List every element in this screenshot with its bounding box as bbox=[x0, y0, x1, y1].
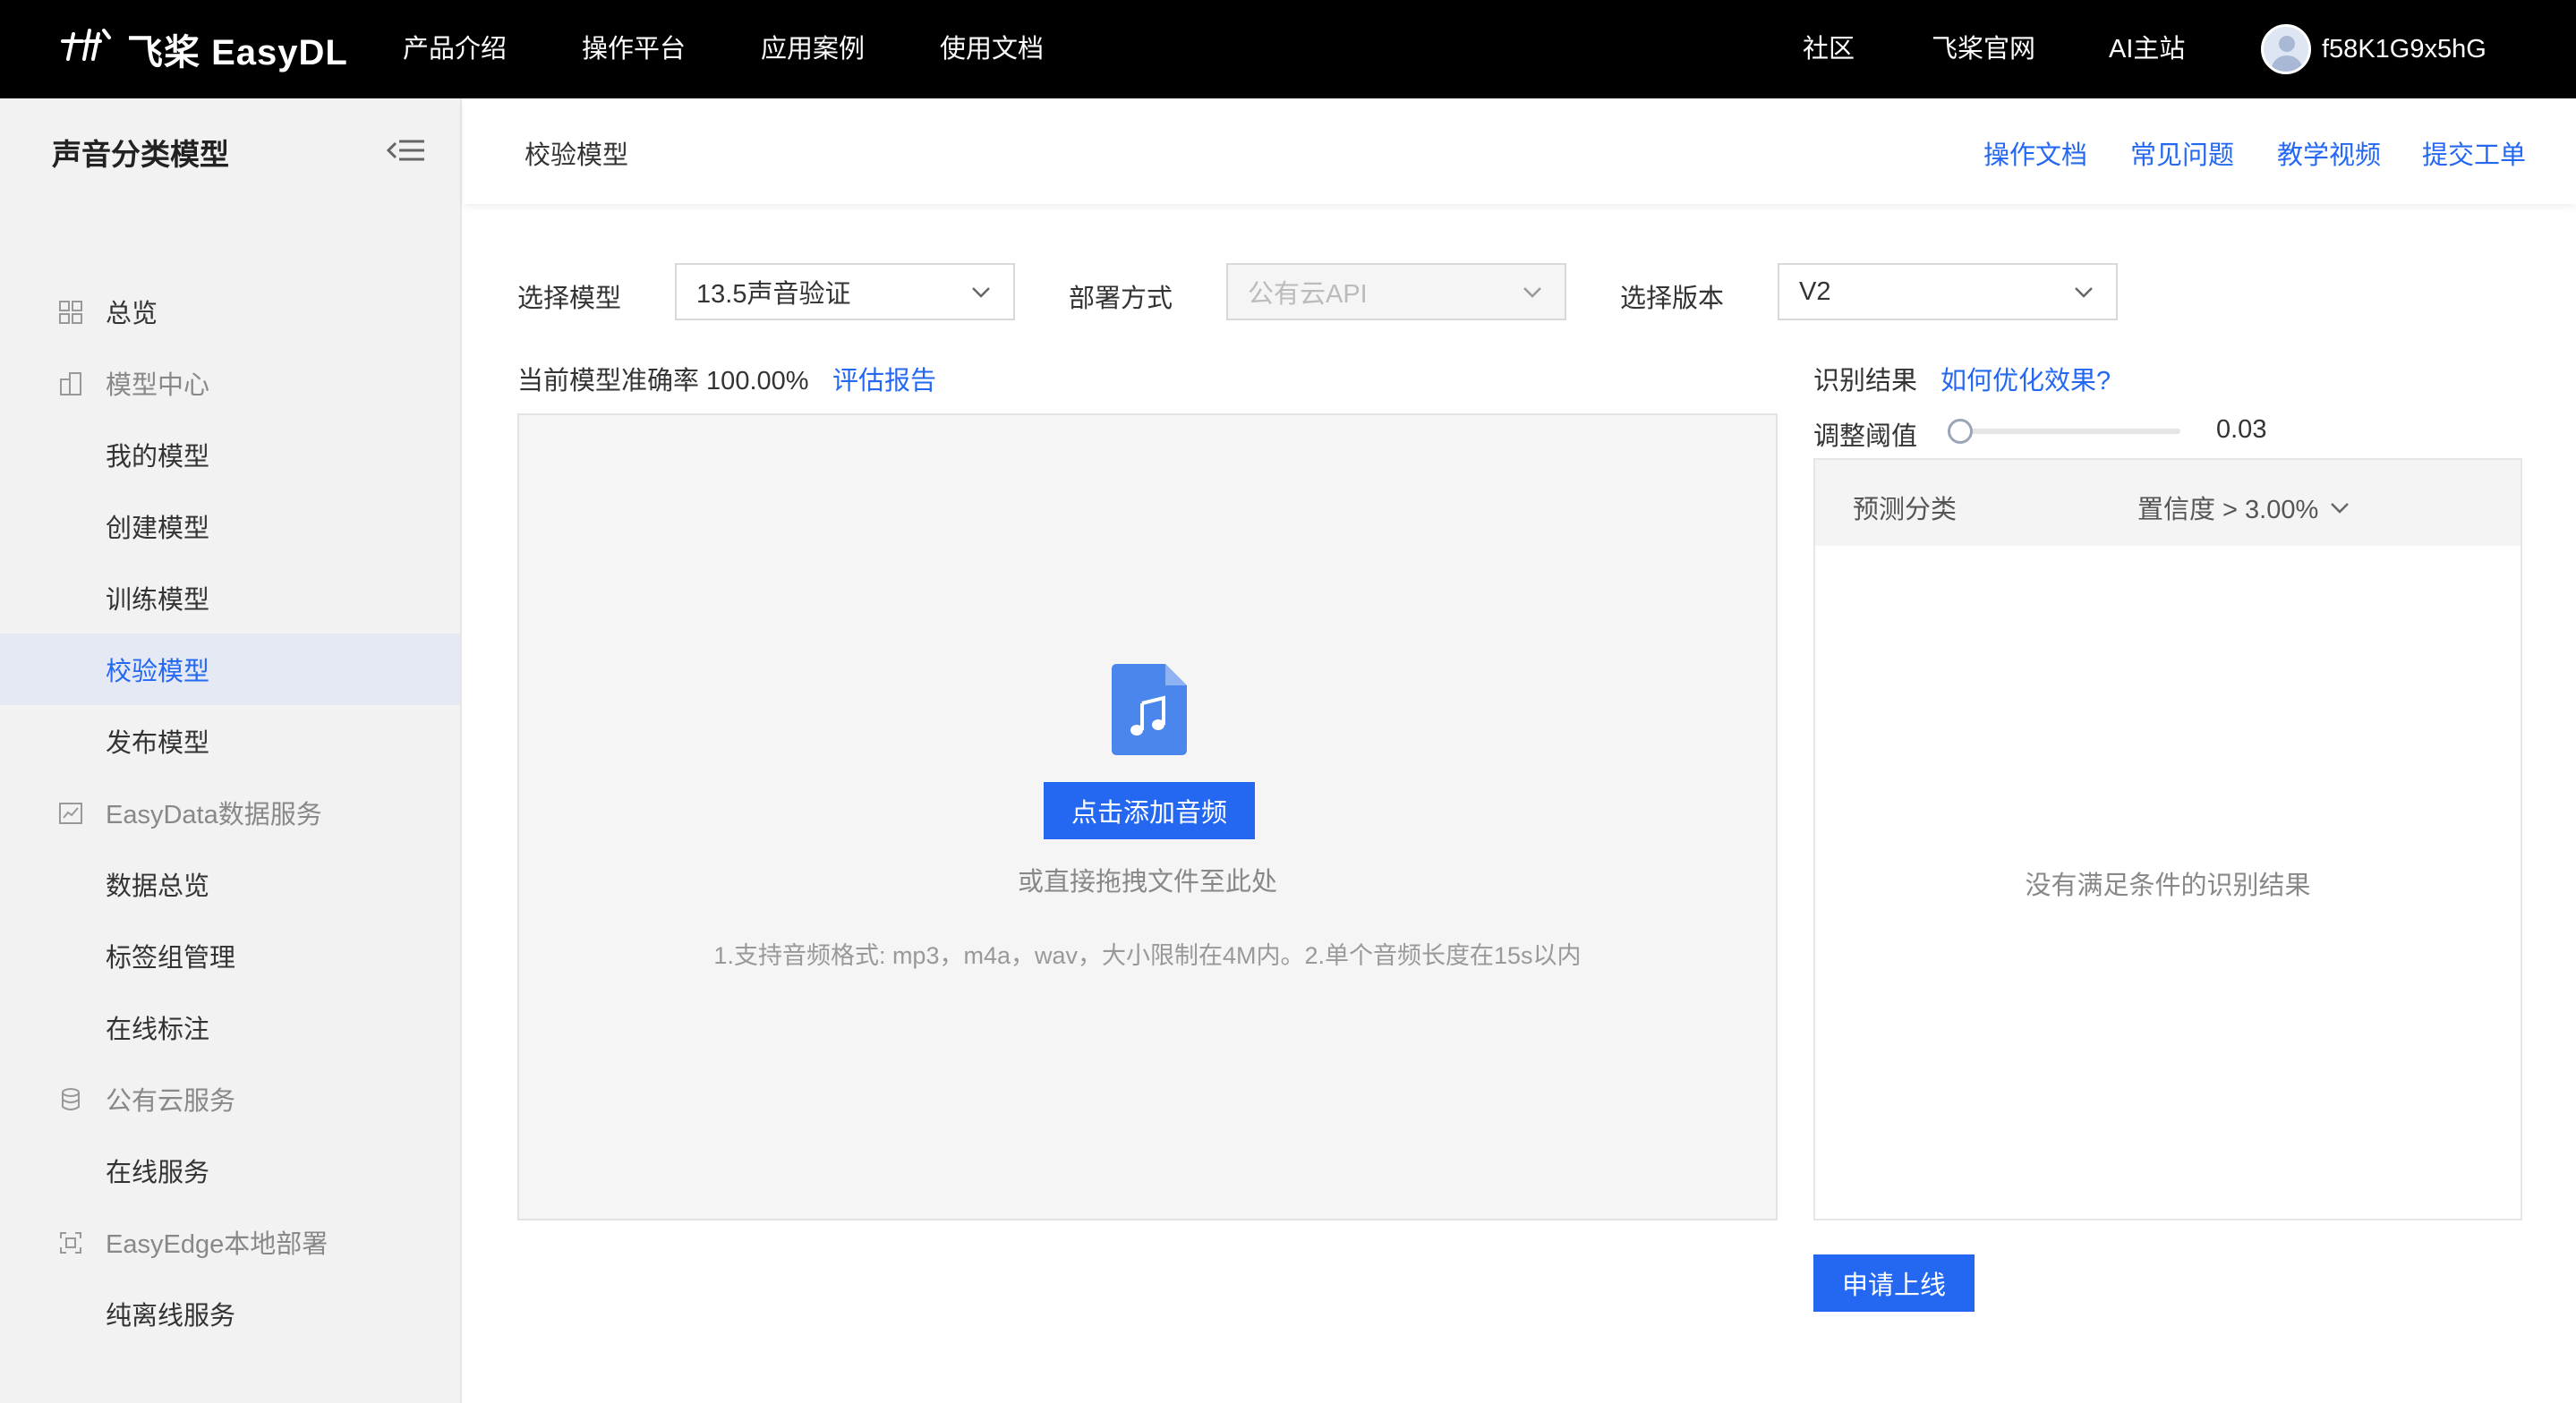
nav-paddle-site[interactable]: 飞桨官网 bbox=[1932, 27, 2035, 72]
chevron-down-icon bbox=[2331, 503, 2350, 514]
sidebar-item-label: 总览 bbox=[106, 300, 158, 328]
audio-file-icon bbox=[1112, 664, 1187, 755]
version-select[interactable]: V2 bbox=[1778, 263, 2118, 320]
sidebar-item-publish-model[interactable]: 发布模型 bbox=[0, 705, 460, 777]
sidebar-item-label: EasyEdge本地部署 bbox=[106, 1230, 328, 1259]
link-submit-ticket[interactable]: 提交工单 bbox=[2422, 134, 2526, 172]
empty-result-message: 没有满足条件的识别结果 bbox=[2025, 872, 2311, 900]
model-select-label: 选择模型 bbox=[517, 285, 622, 313]
sidebar-item-label: 纯离线服务 bbox=[106, 1302, 236, 1331]
chart-icon bbox=[59, 803, 82, 824]
sidebar-item-data-overview[interactable]: 数据总览 bbox=[0, 848, 460, 920]
chevron-down-icon bbox=[972, 287, 990, 298]
link-faq[interactable]: 常见问题 bbox=[2130, 134, 2234, 172]
nav-docs[interactable]: 使用文档 bbox=[940, 27, 1044, 72]
threshold-value: 0.03 bbox=[2216, 415, 2267, 444]
apply-online-button[interactable]: 申请上线 bbox=[1813, 1254, 1975, 1312]
sidebar-title: 声音分类模型 bbox=[52, 138, 229, 171]
result-table-header: 预测分类 置信度 > 3.00% bbox=[1815, 460, 2521, 546]
sidebar-item-label: 训练模型 bbox=[106, 586, 210, 615]
link-operation-docs[interactable]: 操作文档 bbox=[1983, 134, 2087, 172]
edge-icon bbox=[60, 1232, 81, 1254]
sidebar-item-tag-group[interactable]: 标签组管理 bbox=[0, 920, 460, 991]
sidebar-item-my-models[interactable]: 我的模型 bbox=[0, 419, 460, 490]
grid-icon bbox=[59, 301, 82, 324]
sidebar-item-validate-model[interactable]: 校验模型 bbox=[0, 633, 460, 705]
sidebar-group-model-center[interactable]: 模型中心 bbox=[0, 347, 460, 419]
sidebar-item-label: 发布模型 bbox=[106, 729, 210, 758]
version-select-value: V2 bbox=[1799, 276, 1831, 306]
col-predicted-category: 预测分类 bbox=[1853, 496, 1958, 524]
chevron-down-icon bbox=[1523, 287, 1541, 298]
audio-upload-dropzone[interactable]: 点击添加音频 或直接拖拽文件至此处 1.支持音频格式: mp3，m4a，wav，… bbox=[517, 413, 1778, 1220]
avatar bbox=[2261, 24, 2311, 74]
link-tutorial-video[interactable]: 教学视频 bbox=[2277, 134, 2381, 172]
nav-ai-main[interactable]: AI主站 bbox=[2109, 27, 2185, 72]
database-icon bbox=[62, 1088, 80, 1110]
version-select-label: 选择版本 bbox=[1620, 285, 1725, 313]
logo-text: 飞桨 EasyDL bbox=[127, 33, 348, 72]
sidebar-item-label: EasyData数据服务 bbox=[106, 801, 322, 829]
deploy-select-value: 公有云API bbox=[1248, 280, 1368, 309]
sidebar-group-easyedge[interactable]: EasyEdge本地部署 bbox=[0, 1206, 460, 1278]
collapse-sidebar-icon[interactable] bbox=[383, 132, 428, 168]
sidebar-item-online-annotation[interactable]: 在线标注 bbox=[0, 991, 460, 1063]
sidebar-item-label: 数据总览 bbox=[106, 872, 210, 901]
page-header: 校验模型 操作文档 常见问题 教学视频 提交工单 bbox=[464, 98, 2576, 204]
sidebar-item-label: 标签组管理 bbox=[106, 944, 236, 973]
model-accuracy: 当前模型准确率 100.00% bbox=[517, 367, 809, 395]
model-select[interactable]: 13.5声音验证 bbox=[675, 263, 1015, 320]
threshold-label: 调整阈值 bbox=[1813, 422, 1918, 451]
model-select-value: 13.5声音验证 bbox=[696, 280, 851, 309]
sidebar: 声音分类模型 总览 模型中心 我的模型 创建模型 训练模型 校验模型 发布模型 bbox=[0, 98, 462, 1403]
chevron-down-icon bbox=[2075, 287, 2093, 298]
sidebar-item-label: 在线服务 bbox=[106, 1159, 210, 1187]
sidebar-item-label: 在线标注 bbox=[106, 1016, 210, 1044]
sidebar-item-create-model[interactable]: 创建模型 bbox=[0, 490, 460, 562]
nav-platform[interactable]: 操作平台 bbox=[582, 27, 686, 72]
sidebar-item-train-model[interactable]: 训练模型 bbox=[0, 562, 460, 633]
sidebar-group-easydata[interactable]: EasyData数据服务 bbox=[0, 777, 460, 848]
building-icon bbox=[60, 372, 81, 395]
drag-hint: 或直接拖拽文件至此处 bbox=[1017, 868, 1277, 897]
easydl-logo[interactable]: 飞桨 EasyDL bbox=[59, 20, 348, 79]
col-confidence-filter[interactable]: 置信度 > 3.00% bbox=[2137, 489, 2352, 526]
sidebar-item-label: 公有云服务 bbox=[106, 1087, 236, 1116]
nav-community[interactable]: 社区 bbox=[1803, 27, 1855, 72]
nav-product-intro[interactable]: 产品介绍 bbox=[403, 27, 507, 72]
sidebar-item-label: 创建模型 bbox=[106, 514, 210, 543]
page-title: 校验模型 bbox=[525, 141, 629, 170]
sidebar-item-label: 校验模型 bbox=[106, 658, 210, 686]
deploy-select: 公有云API bbox=[1226, 263, 1566, 320]
sidebar-item-label: 模型中心 bbox=[106, 371, 210, 400]
deploy-select-label: 部署方式 bbox=[1069, 285, 1173, 313]
threshold-slider-handle[interactable] bbox=[1947, 419, 1973, 444]
evaluation-report-link[interactable]: 评估报告 bbox=[832, 360, 936, 397]
user-menu[interactable]: f58K1G9x5hG bbox=[2261, 20, 2486, 79]
result-label: 识别结果 bbox=[1813, 367, 1918, 395]
result-table: 预测分类 置信度 > 3.00% 没有满足条件的识别结果 bbox=[1813, 458, 2522, 1220]
threshold-slider[interactable] bbox=[1947, 419, 2180, 444]
confidence-filter-label: 置信度 > 3.00% bbox=[2137, 496, 2319, 524]
top-navbar: 飞桨 EasyDL 产品介绍 操作平台 应用案例 使用文档 社区 飞桨官网 AI… bbox=[0, 0, 2576, 98]
sidebar-item-label: 我的模型 bbox=[106, 443, 210, 472]
sidebar-item-offline-service[interactable]: 纯离线服务 bbox=[0, 1278, 460, 1349]
username: f58K1G9x5hG bbox=[2322, 34, 2486, 64]
paddle-logo-icon bbox=[59, 25, 115, 74]
nav-cases[interactable]: 应用案例 bbox=[761, 27, 865, 72]
format-hint: 1.支持音频格式: mp3，m4a，wav，大小限制在4M内。2.单个音频长度在… bbox=[713, 942, 1582, 969]
sidebar-group-public-cloud[interactable]: 公有云服务 bbox=[0, 1063, 460, 1135]
add-audio-button[interactable]: 点击添加音频 bbox=[1044, 782, 1255, 839]
optimize-effect-link[interactable]: 如何优化效果? bbox=[1941, 360, 2111, 397]
sidebar-item-online-service[interactable]: 在线服务 bbox=[0, 1135, 460, 1206]
sidebar-item-overview[interactable]: 总览 bbox=[0, 276, 460, 347]
